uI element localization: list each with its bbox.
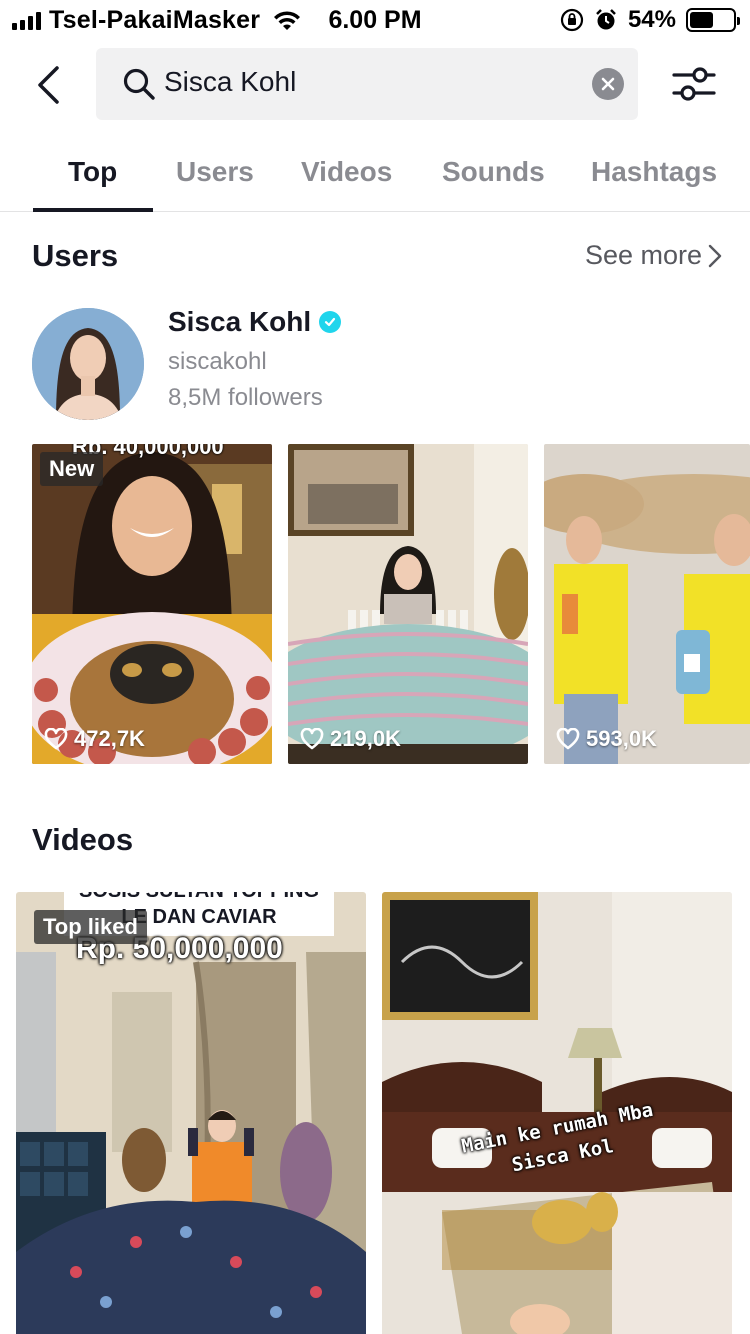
user-video-thumbnail-1[interactable]: Rb. 40,000,000 New 472,7K [32, 444, 272, 764]
tab-videos[interactable]: Videos [301, 156, 392, 188]
avatar-image [32, 308, 144, 420]
see-more-label: See more [584, 240, 702, 270]
back-button[interactable] [30, 62, 66, 108]
users-section-title: Users [32, 238, 119, 273]
likes-count: 472,7K [44, 726, 145, 752]
status-bar: Tsel-PakaiMasker 6.00 PM 54% [0, 0, 750, 40]
tab-hashtags[interactable]: Hashtags [591, 156, 717, 188]
top-liked-badge: Top liked [34, 910, 147, 944]
chevron-right-icon [708, 244, 722, 267]
likes-value: 472,7K [74, 726, 145, 751]
likes-count: 593,0K [556, 726, 657, 752]
tab-sounds[interactable]: Sounds [442, 156, 545, 188]
see-more-button[interactable]: See more [585, 240, 722, 271]
active-tab-indicator [33, 208, 153, 212]
thumbnail-image [32, 444, 272, 764]
heart-outline-icon [300, 728, 324, 750]
heart-outline-icon [44, 728, 68, 750]
video-caption-top: SOSIS SULTAN TOPPING [64, 892, 334, 903]
search-tabs: Top Users Videos Sounds Hashtags [0, 140, 750, 212]
video-card-1[interactable]: SOSIS SULTAN TOPPING LE DAN CAVIAR Rp. 5… [16, 892, 366, 1334]
likes-value: 593,0K [586, 726, 657, 751]
search-icon [123, 68, 155, 100]
heart-outline-icon [556, 728, 580, 750]
search-bar[interactable]: Sisca Kohl [96, 48, 638, 120]
user-followers: 8,5M followers [168, 384, 323, 411]
likes-count: 219,0K [300, 726, 401, 752]
thumbnail-image [288, 444, 528, 764]
battery-level [690, 12, 713, 28]
user-name-row[interactable]: Sisca Kohl [168, 306, 342, 338]
clear-search-button[interactable] [592, 68, 624, 100]
battery-percentage: 54% [627, 6, 676, 33]
user-handle: siscakohl [168, 348, 267, 375]
videos-section-title: Videos [32, 822, 134, 857]
thumbnail-image [544, 444, 750, 764]
battery-icon [686, 8, 740, 32]
tab-users[interactable]: Users [176, 156, 254, 188]
verified-badge-icon [319, 311, 342, 333]
new-badge: New [40, 452, 104, 486]
filter-sliders-icon[interactable] [672, 64, 716, 104]
user-display-name[interactable]: Sisca Kohl [168, 306, 311, 338]
video-card-2[interactable]: Main ke rumah Mba Sisca Kol [382, 892, 732, 1334]
tab-top[interactable]: Top [68, 156, 117, 188]
alarm-icon [596, 9, 616, 30]
chevron-left-icon [38, 66, 59, 104]
user-video-thumbnail-2[interactable]: 219,0K [288, 444, 528, 764]
orientation-lock-icon [560, 8, 584, 32]
clear-icon [601, 77, 615, 91]
user-video-thumbnail-3[interactable]: 593,0K [544, 444, 750, 764]
avatar[interactable] [32, 308, 144, 420]
status-bar-right: 54% [560, 6, 740, 34]
search-input[interactable]: Sisca Kohl [164, 66, 296, 98]
likes-value: 219,0K [330, 726, 401, 751]
